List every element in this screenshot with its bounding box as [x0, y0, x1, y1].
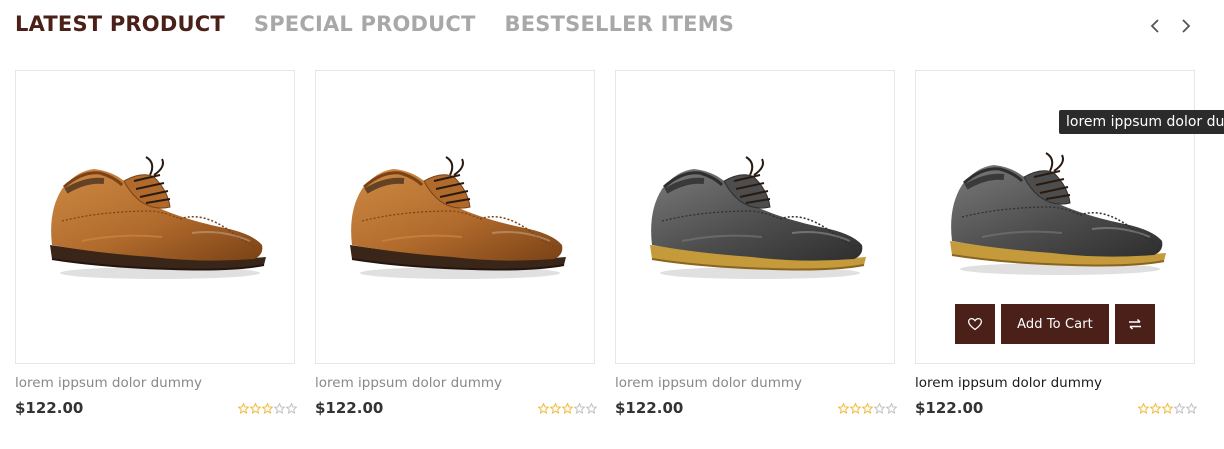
star-empty-icon — [1186, 402, 1197, 414]
star-filled-icon — [838, 402, 849, 414]
product-card[interactable]: lorem ippsum dolor dummy $122.00 — [315, 70, 597, 418]
star-rating — [1138, 402, 1197, 414]
star-filled-icon — [862, 402, 873, 414]
star-filled-icon — [250, 402, 261, 414]
tab-bestseller-items[interactable]: BESTSELLER ITEMS — [505, 10, 735, 40]
carousel-prev-button[interactable] — [1146, 14, 1164, 38]
star-empty-icon — [286, 402, 297, 414]
product-tabs: LATEST PRODUCT SPECIAL PRODUCT BESTSELLE… — [15, 10, 734, 40]
compare-button[interactable] — [1115, 304, 1155, 344]
star-filled-icon — [850, 402, 861, 414]
add-to-cart-button[interactable]: Add To Cart — [1001, 304, 1109, 344]
compare-arrows-icon — [1129, 318, 1141, 330]
star-rating — [538, 402, 597, 414]
wishlist-button[interactable] — [955, 304, 995, 344]
star-empty-icon — [574, 402, 585, 414]
star-rating — [838, 402, 897, 414]
grey-shoe-image — [950, 152, 1166, 275]
product-hover-actions: Add To Cart — [955, 304, 1155, 344]
star-filled-icon — [538, 402, 549, 414]
carousel-next-button[interactable] — [1177, 14, 1195, 38]
brown-shoe-image — [50, 156, 266, 279]
star-empty-icon — [274, 402, 285, 414]
star-empty-icon — [586, 402, 597, 414]
brown-shoe-image — [350, 156, 566, 279]
star-filled-icon — [238, 402, 249, 414]
product-image-box[interactable] — [15, 70, 295, 364]
product-image-box[interactable] — [615, 70, 895, 364]
chevron-right-icon — [1182, 19, 1191, 33]
star-filled-icon — [262, 402, 273, 414]
product-card[interactable]: lorem ippsum dolor dummy $122.00 — [615, 70, 897, 418]
star-empty-icon — [886, 402, 897, 414]
product-card[interactable]: lorem ippsum dolor dummy $122.00 — [15, 70, 297, 418]
product-price: $122.00 — [615, 399, 684, 417]
product-title[interactable]: lorem ippsum dolor dummy — [915, 374, 1195, 392]
product-title[interactable]: lorem ippsum dolor dummy — [15, 374, 295, 392]
chevron-left-icon — [1150, 19, 1159, 33]
product-price: $122.00 — [15, 399, 84, 417]
tab-latest-product[interactable]: LATEST PRODUCT — [15, 10, 225, 40]
product-title[interactable]: lorem ippsum dolor dummy — [315, 374, 595, 392]
grey-shoe-image — [650, 156, 866, 279]
star-filled-icon — [562, 402, 573, 414]
product-title-tooltip: lorem ippsum dolor dummy — [1059, 110, 1224, 134]
product-price: $122.00 — [915, 399, 984, 417]
star-rating — [238, 402, 297, 414]
star-filled-icon — [1150, 402, 1161, 414]
star-filled-icon — [1162, 402, 1173, 414]
product-image-box[interactable] — [315, 70, 595, 364]
star-empty-icon — [1174, 402, 1185, 414]
heart-icon — [967, 317, 983, 331]
product-price: $122.00 — [315, 399, 384, 417]
product-title[interactable]: lorem ippsum dolor dummy — [615, 374, 895, 392]
star-empty-icon — [874, 402, 885, 414]
star-filled-icon — [550, 402, 561, 414]
tab-special-product[interactable]: SPECIAL PRODUCT — [254, 10, 476, 40]
star-filled-icon — [1138, 402, 1149, 414]
